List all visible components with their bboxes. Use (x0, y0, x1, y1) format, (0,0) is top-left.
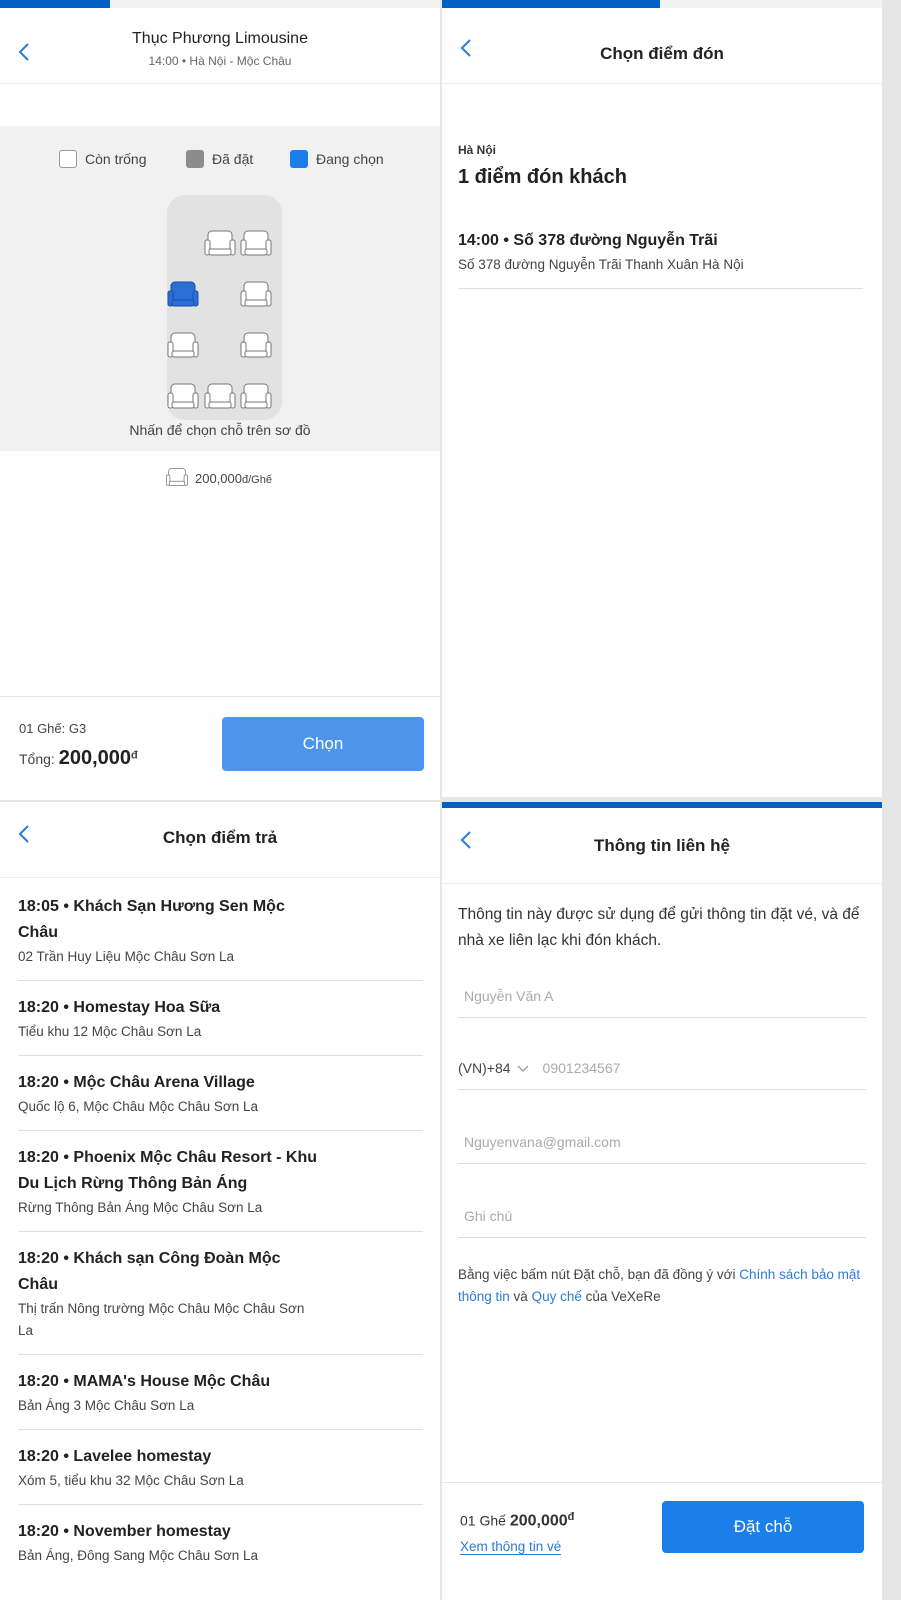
book-button[interactable]: Đặt chỗ (662, 1501, 864, 1553)
email-input[interactable] (458, 1120, 866, 1163)
list-item[interactable]: 18:20 • November homestay Bản Áng, Đông S… (18, 1505, 423, 1579)
dropoff-name: 18:20 • Phoenix Mộc Châu Resort - Khu Du… (18, 1149, 317, 1192)
seat-available[interactable] (203, 381, 237, 411)
progress-bar (442, 0, 660, 8)
list-item[interactable]: 18:20 • Phoenix Mộc Châu Resort - Khu Du… (18, 1131, 423, 1232)
seat-available[interactable] (166, 381, 200, 411)
selected-seat-count: 01 Ghế: G3 (19, 721, 87, 736)
choose-button[interactable]: Chọn (222, 717, 424, 771)
list-item[interactable]: 18:20 • Lavelee homestay Xóm 5, tiểu khu … (18, 1430, 423, 1505)
contact-info-text: Thông tin này được sử dụng để gửi thông … (458, 906, 860, 949)
contact-header: Thông tin liên hệ (442, 808, 882, 884)
seat-price: 200,000đ/Ghế (165, 466, 272, 491)
name-input[interactable] (458, 974, 866, 1017)
dropoff-address: Tiểu khu 12 Mộc Châu Sơn La (18, 1024, 202, 1039)
dropoff-address: Bản Áng 3 Mộc Châu Sơn La (18, 1398, 195, 1413)
name-field[interactable] (458, 974, 866, 1018)
pickup-screen: Chọn điểm đón Hà Nội 1 điểm đón khách 14… (442, 0, 882, 797)
dropoff-address: Rừng Thông Bản Áng Mộc Châu Sơn La (18, 1200, 263, 1215)
price-unit: đ/Ghế (242, 474, 272, 486)
pickup-city: Hà Nội (458, 143, 497, 157)
pickup-name: 14:00 • Số 378 đường Nguyễn Trãi (458, 232, 718, 249)
dropoff-name: 18:20 • November homestay (18, 1523, 231, 1540)
seat-icon (165, 466, 189, 491)
seat-available[interactable] (203, 228, 237, 258)
selected-swatch (290, 150, 308, 168)
note-input[interactable] (458, 1194, 866, 1237)
legend-label: Còn trống (85, 151, 147, 167)
dropoff-address: Xóm 5, tiểu khu 32 Mộc Châu Sơn La (18, 1473, 244, 1488)
seat-available[interactable] (239, 330, 273, 360)
policy-text: Bằng việc bấm nút Đặt chỗ, bạn đã đồng ý… (458, 1267, 861, 1304)
list-item[interactable]: 18:20 • MAMA's House Mộc Châu Bản Áng 3 M… (18, 1355, 423, 1430)
seat-selection-screen: Thục Phương Limousine 14:00 • Hà Nội - M… (0, 0, 440, 800)
list-item[interactable]: 18:20 • Khách sạn Công Đoàn Mộc Châu Thị … (18, 1232, 423, 1355)
pickup-count-title: 1 điểm đón khách (458, 166, 627, 188)
seat-available[interactable] (239, 381, 273, 411)
pickup-item[interactable]: 14:00 • Số 378 đường Nguyễn Trãi Số 378 … (458, 228, 863, 289)
available-swatch (59, 150, 77, 168)
seat-available[interactable] (239, 228, 273, 258)
dropoff-list: 18:05 • Khách Sạn Hương Sen Mộc Châu 02 T… (18, 880, 423, 1579)
dropoff-header: Chọn điểm trả (0, 802, 440, 878)
email-field[interactable] (458, 1120, 866, 1164)
legend-label: Đã đặt (212, 151, 254, 167)
contact-screen: Thông tin liên hệ Thông tin này được sử … (442, 802, 882, 1600)
seat-available[interactable] (166, 330, 200, 360)
dropoff-address: Bản Áng, Đông Sang Mộc Châu Sơn La (18, 1548, 259, 1563)
legend-selected: Đang chọn (290, 150, 384, 168)
terms-link[interactable]: Quy chế (532, 1289, 582, 1304)
country-code-value: (VN)+84 (458, 1059, 511, 1076)
phone-field[interactable]: (VN)+84 (458, 1046, 866, 1090)
note-field[interactable] (458, 1194, 866, 1238)
operator-title: Thục Phương Limousine (132, 30, 308, 47)
seat-selected-g3[interactable] (166, 279, 200, 309)
dropoff-name: 18:20 • MAMA's House Mộc Châu (18, 1373, 271, 1390)
dropoff-name: 18:20 • Homestay Hoa Sữa (18, 999, 221, 1016)
progress-bar (0, 0, 110, 8)
legend-available: Còn trống (59, 150, 146, 168)
trip-subtitle: 14:00 • Hà Nội - Mộc Châu (148, 54, 292, 68)
chevron-down-icon (517, 1060, 529, 1076)
dropoff-name: 18:20 • Khách sạn Công Đoàn Mộc Châu (18, 1250, 281, 1293)
dropoff-name: 18:05 • Khách Sạn Hương Sen Mộc Châu (18, 898, 285, 941)
dropoff-screen: Chọn điểm trả 18:05 • Khách Sạn Hương Se… (0, 802, 440, 1600)
booked-swatch (186, 150, 204, 168)
legend-label: Đang chọn (316, 151, 384, 167)
pickup-address: Số 378 đường Nguyễn Trãi Thanh Xuân Hà N… (458, 257, 744, 272)
seat-header: Thục Phương Limousine 14:00 • Hà Nội - M… (0, 8, 440, 84)
dropoff-name: 18:20 • Mộc Châu Arena Village (18, 1074, 255, 1091)
list-item[interactable]: 18:20 • Homestay Hoa Sữa Tiểu khu 12 Mộc … (18, 981, 423, 1056)
view-ticket-link[interactable]: Xem thông tin vé (460, 1539, 562, 1555)
phone-input[interactable] (536, 1046, 866, 1089)
page-title: Chọn điểm trả (162, 828, 278, 847)
seat-footer: 01 Ghế: G3 Tổng: 200,000đ Chọn (0, 696, 440, 800)
dropoff-address: Thị trấn Nông trường Mộc Châu Mộc Châu S… (18, 1301, 305, 1338)
dropoff-name: 18:20 • Lavelee homestay (18, 1448, 212, 1465)
seat-available[interactable] (239, 279, 273, 309)
pickup-header: Chọn điểm đón (442, 8, 882, 84)
price-value: 200,000 (195, 471, 242, 486)
dropoff-address: 02 Trần Huy Liệu Mộc Châu Sơn La (18, 949, 234, 964)
list-item[interactable]: 18:05 • Khách Sạn Hương Sen Mộc Châu 02 T… (18, 880, 423, 981)
contact-footer: 01 Ghế 200,000đ Xem thông tin vé Đặt chỗ (442, 1482, 882, 1600)
legend-booked: Đã đặt (186, 150, 253, 168)
country-code-select[interactable]: (VN)+84 (458, 1060, 529, 1076)
list-item[interactable]: 18:20 • Mộc Châu Arena Village Quốc lộ 6,… (18, 1056, 423, 1131)
seat-map-hint: Nhấn để chọn chỗ trên sơ đồ (129, 422, 311, 438)
total-price: Tổng: 200,000đ (19, 747, 138, 769)
page-title: Thông tin liên hệ (594, 836, 730, 855)
booking-summary: 01 Ghế 200,000đ (460, 1511, 575, 1530)
page-title: Chọn điểm đón (600, 44, 724, 63)
dropoff-address: Quốc lộ 6, Mộc Châu Mộc Châu Sơn La (18, 1099, 258, 1114)
